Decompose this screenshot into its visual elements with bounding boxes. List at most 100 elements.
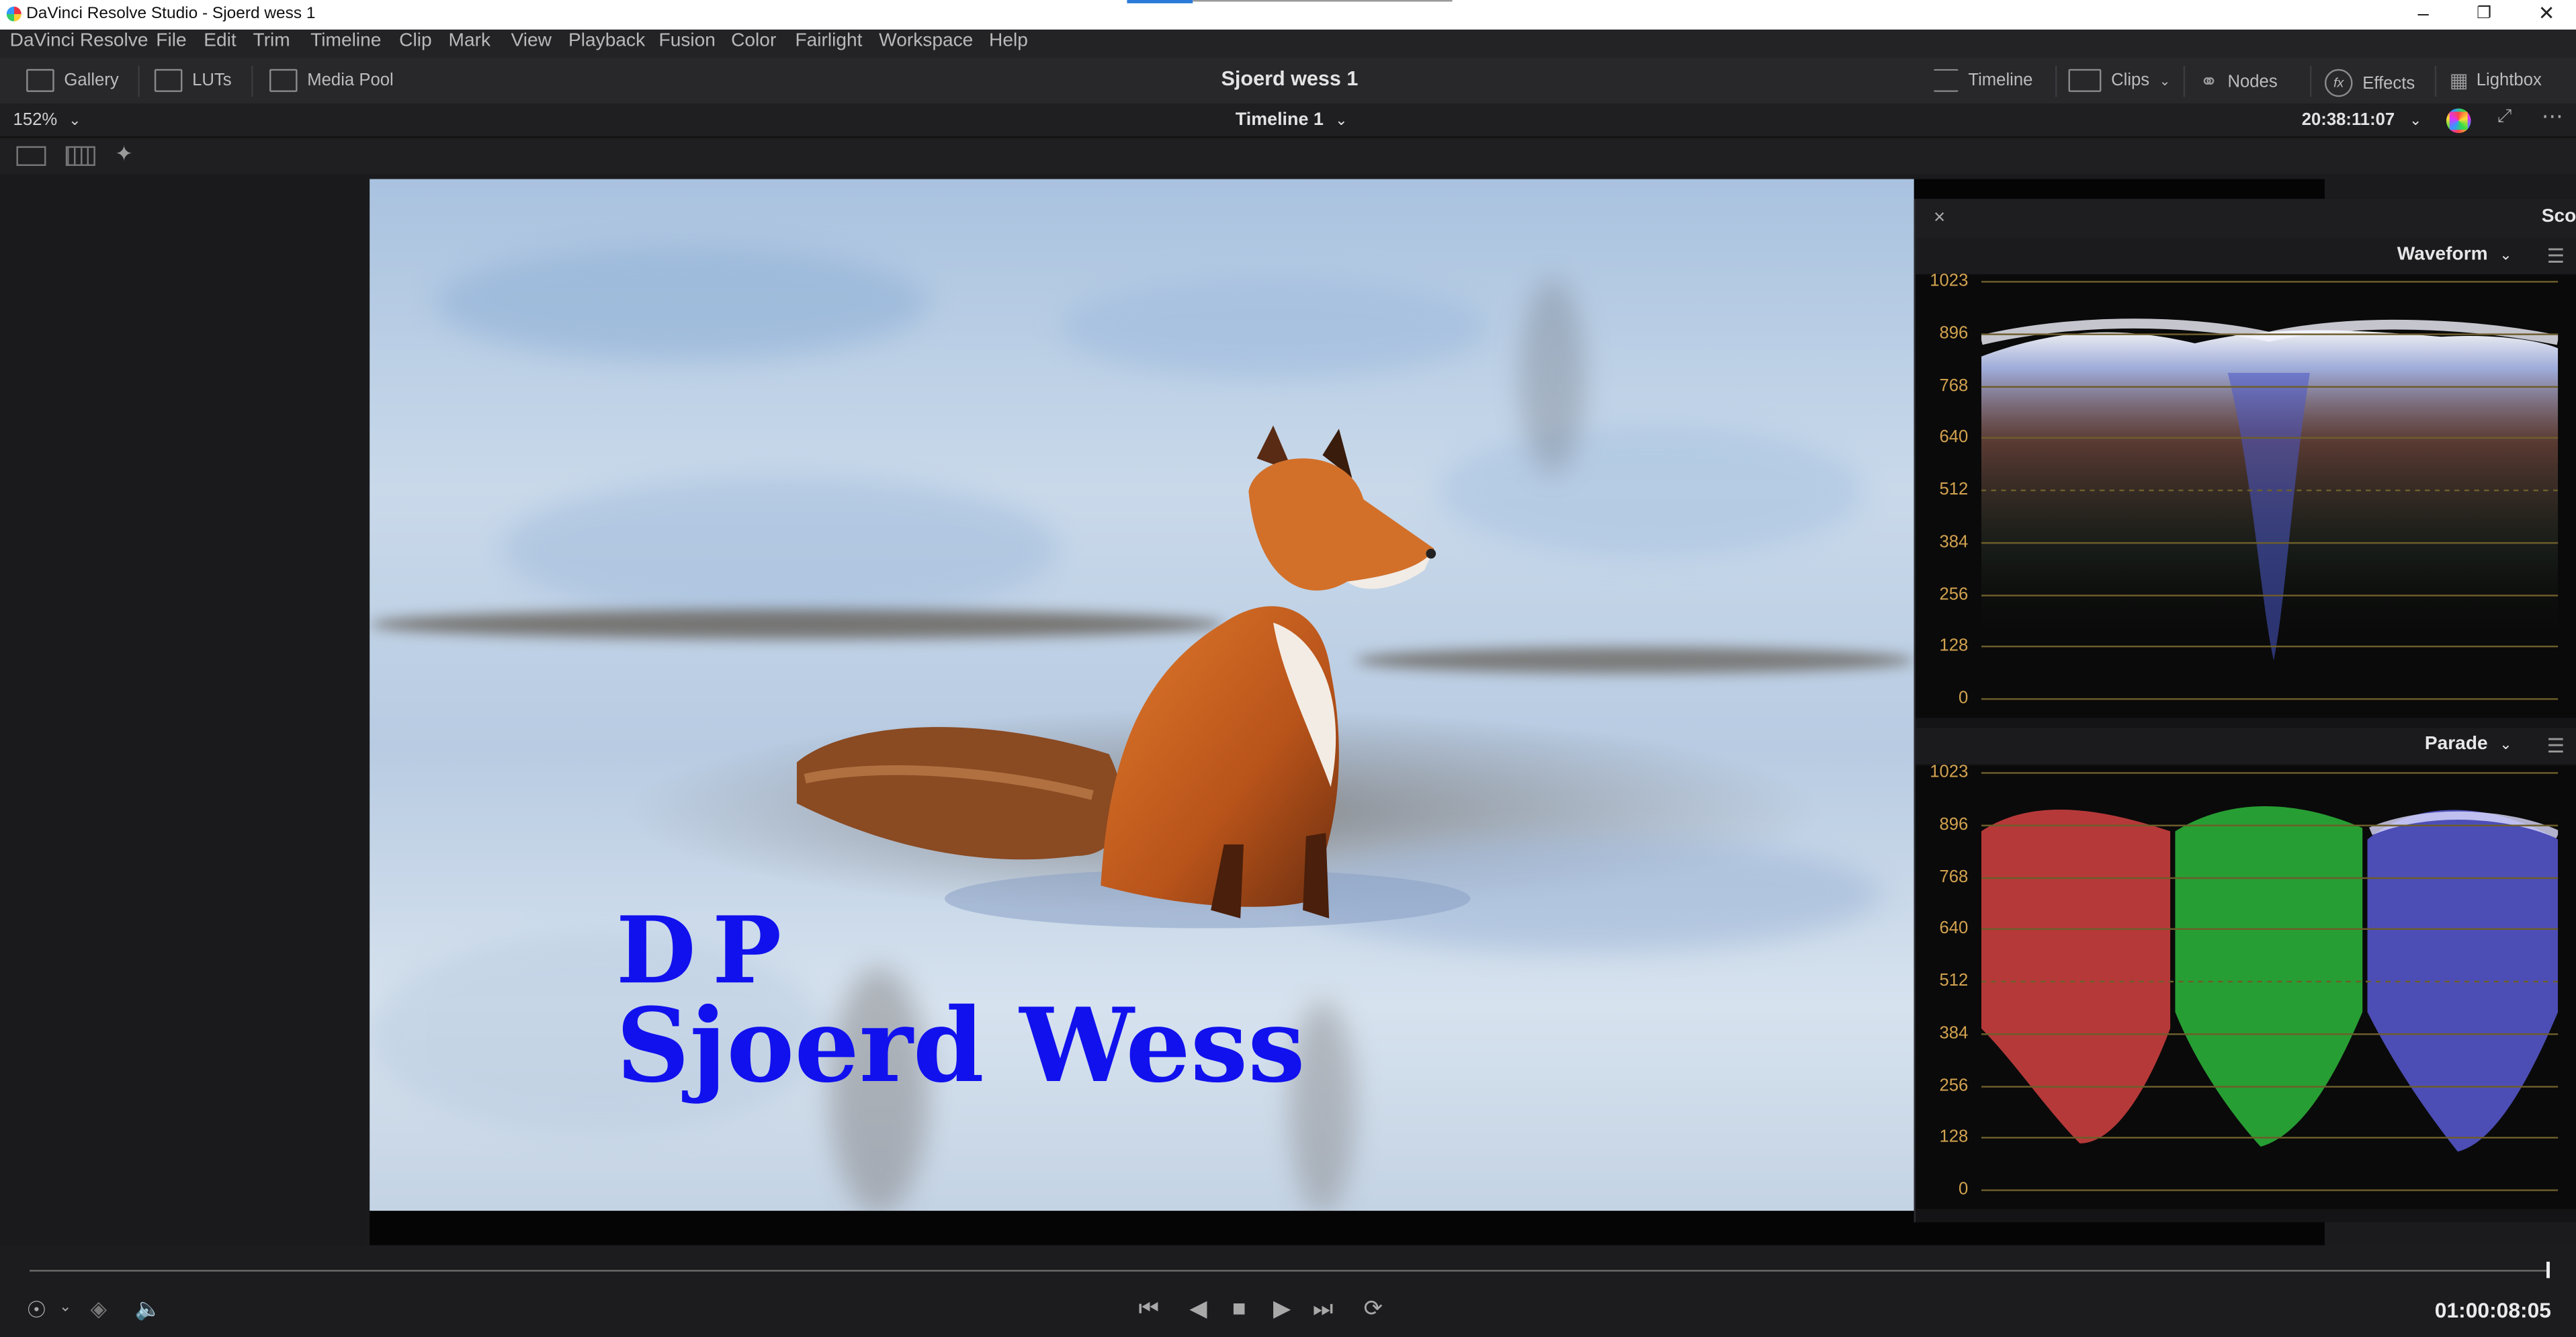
scope-type-dropdown[interactable]: Parade ⌄ — [2425, 734, 2512, 754]
menu-mark[interactable]: Mark — [449, 31, 491, 50]
clips-button[interactable]: Clips ⌄ — [2068, 69, 2171, 92]
gallery-label: Gallery — [64, 71, 119, 91]
foreground-stem — [1519, 277, 1586, 475]
zoom-dropdown[interactable]: 152% ⌄ — [13, 110, 81, 130]
menu-file[interactable]: File — [156, 31, 186, 50]
menu-playback[interactable]: Playback — [568, 31, 645, 50]
title-overlay: DP Sjoerd Wess — [616, 905, 1305, 1097]
scope-tick-label: 128 — [1939, 636, 1969, 656]
clips-icon — [2068, 69, 2102, 92]
menu-davinci-resolve[interactable]: DaVinci Resolve — [10, 31, 148, 50]
effects-label: Effects — [2362, 73, 2415, 93]
scope-settings-icon[interactable]: ☰ — [2547, 245, 2565, 267]
parade-trace — [1981, 806, 2559, 1152]
scope-tick-label: 640 — [1939, 427, 1969, 447]
timeline-selector[interactable]: Timeline 1 ⌄ — [1236, 110, 1348, 130]
skip-to-end-icon[interactable]: ⏭ — [1313, 1295, 1334, 1323]
nodes-icon: ⚭ — [2200, 69, 2218, 94]
scope-tick-label: 896 — [1939, 814, 1969, 834]
menu-view[interactable]: View — [511, 31, 551, 50]
scope-tick-label: 1023 — [1930, 271, 1969, 291]
skip-to-start-icon[interactable]: ⏮ — [1139, 1295, 1160, 1323]
close-button[interactable]: ✕ — [2530, 1, 2563, 24]
nodes-button[interactable]: ⚭ Nodes — [2200, 69, 2278, 95]
scope-type-dropdown[interactable]: Waveform ⌄ — [2397, 245, 2512, 264]
viewer-mode-icon[interactable]: ☉ — [26, 1296, 47, 1324]
close-icon[interactable]: × — [1934, 206, 1945, 228]
menu-help[interactable]: Help — [989, 31, 1028, 50]
video-frame[interactable]: DP Sjoerd Wess — [370, 179, 1914, 1211]
step-back-icon[interactable]: ◀ — [1189, 1295, 1207, 1323]
menu-clip[interactable]: Clip — [399, 31, 431, 50]
window-title: DaVinci Resolve Studio - Sjoerd wess 1 — [26, 5, 316, 24]
lightbox-label: Lightbox — [2476, 71, 2542, 91]
media-pool-button[interactable]: Media Pool — [269, 69, 394, 92]
toolbar-divider — [251, 65, 253, 97]
color-wheel-icon[interactable] — [2446, 108, 2471, 134]
more-options-icon[interactable]: ⋯ — [2542, 103, 2563, 130]
fox-image — [796, 425, 1471, 929]
toolbar-divider — [138, 65, 140, 97]
effects-icon: fx — [2324, 69, 2353, 97]
scope-gridline — [1981, 1137, 2559, 1139]
davinci-app-icon — [6, 6, 22, 21]
source-timecode-value: 20:38:11:07 — [2301, 110, 2395, 130]
source-timecode[interactable]: 20:38:11:07 ⌄ — [2302, 110, 2422, 130]
scope-gridline — [1981, 489, 2559, 492]
gallery-button[interactable]: Gallery — [26, 69, 119, 92]
scope-tick-label: 384 — [1939, 1023, 1969, 1043]
magic-wand-icon[interactable]: ✦ — [115, 141, 133, 167]
record-timecode: 01:00:08:05 — [2434, 1297, 2551, 1323]
scrub-bar[interactable] — [30, 1270, 2550, 1272]
lightbox-button[interactable]: ▦ Lightbox — [2450, 69, 2542, 92]
layers-icon[interactable]: ◈ — [90, 1296, 106, 1322]
scopes-header: × Scop — [1916, 198, 2576, 239]
chevron-down-icon[interactable]: ⌄ — [59, 1298, 71, 1316]
nodes-label: Nodes — [2227, 72, 2278, 92]
scope-gridline — [1981, 542, 2559, 544]
play-icon[interactable]: ▶ — [1273, 1295, 1291, 1323]
menu-timeline[interactable]: Timeline — [310, 31, 381, 50]
snow-shadow — [1060, 277, 1487, 376]
effects-button[interactable]: fx Effects — [2324, 69, 2415, 97]
scope-tick-label: 896 — [1939, 323, 1969, 343]
waveform-header: Waveform ⌄ ☰ — [1916, 238, 2576, 275]
menu-fusion[interactable]: Fusion — [659, 31, 716, 50]
playhead[interactable] — [2546, 1261, 2550, 1279]
menu-fairlight[interactable]: Fairlight — [795, 31, 862, 50]
minimize-button[interactable]: – — [2407, 1, 2440, 24]
chevron-down-icon: ⌄ — [2409, 112, 2422, 128]
scope-tick-label: 512 — [1939, 971, 1969, 991]
single-viewer-icon[interactable] — [16, 146, 46, 166]
scope-gridline — [1981, 824, 2559, 826]
chevron-down-icon: ⌄ — [2159, 73, 2171, 88]
split-screen-icon[interactable] — [65, 146, 95, 166]
scope-tick-label: 768 — [1939, 866, 1969, 887]
restore-button[interactable]: ❐ — [2468, 5, 2501, 23]
stop-icon[interactable]: ■ — [1232, 1295, 1246, 1321]
taskbar-divider — [1193, 0, 1453, 2]
luts-button[interactable]: LUTs — [154, 69, 232, 92]
scope-settings-icon[interactable]: ☰ — [2547, 734, 2565, 757]
scope-gridline — [1981, 593, 2559, 596]
interface-toolbar: Gallery LUTs Media Pool Sjoerd wess 1 Ti… — [0, 57, 2576, 105]
volume-icon[interactable]: 🔈 — [135, 1296, 162, 1322]
timeline-button[interactable]: Timeline — [1934, 69, 2032, 92]
menu-workspace[interactable]: Workspace — [879, 31, 973, 50]
scope-tick-label: 256 — [1939, 584, 1969, 604]
parade-header: Parade ⌄ ☰ — [1916, 728, 2576, 765]
menu-color[interactable]: Color — [731, 31, 776, 50]
snow-shadow — [435, 245, 929, 360]
snow-shadow — [1437, 425, 1865, 557]
menu-edit[interactable]: Edit — [204, 31, 236, 50]
lightbox-icon: ▦ — [2449, 69, 2468, 92]
fullscreen-icon[interactable]: ⤢ — [2497, 107, 2512, 128]
viewer-subtoolbar: ✦ — [0, 138, 2576, 175]
luts-label: LUTs — [192, 71, 232, 91]
gallery-icon — [26, 69, 54, 92]
scope-gridline — [1981, 1033, 2559, 1035]
loop-icon[interactable]: ⟳ — [1364, 1295, 1383, 1323]
menu-trim[interactable]: Trim — [253, 31, 290, 50]
zoom-level: 152% — [13, 110, 58, 130]
taskbar-indicator — [1127, 0, 1193, 3]
